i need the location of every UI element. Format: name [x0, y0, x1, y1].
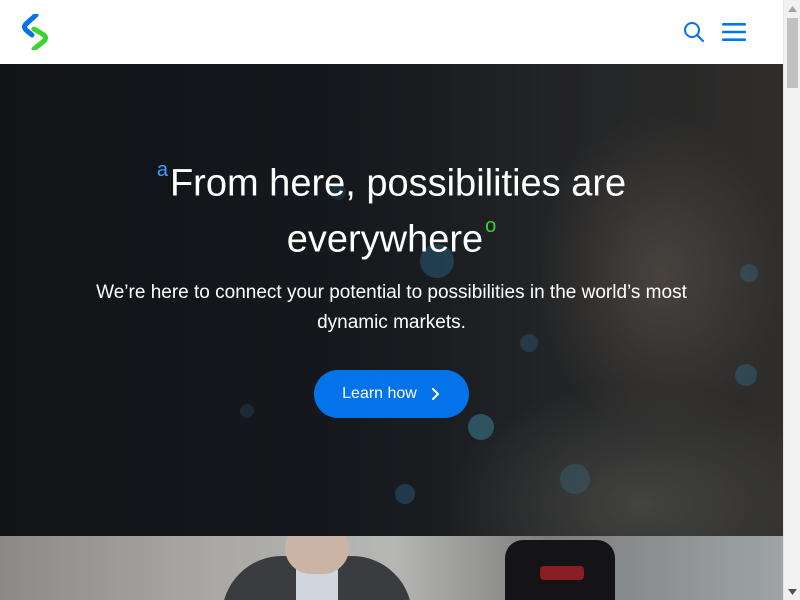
standard-chartered-logo-icon [22, 14, 48, 50]
scroll-up-arrow-icon[interactable] [784, 0, 800, 17]
title-mark-end: o [485, 214, 497, 237]
learn-how-label: Learn how [342, 385, 417, 402]
logo-link[interactable] [22, 14, 48, 50]
scroll-down-arrow-icon[interactable] [784, 583, 800, 600]
next-section-image [0, 536, 783, 600]
menu-button[interactable] [721, 21, 747, 43]
header-actions [683, 21, 747, 43]
learn-how-button[interactable]: Learn how [314, 370, 469, 418]
site-header [0, 0, 783, 64]
search-button[interactable] [683, 21, 705, 43]
hero-subtitle: We’re here to connect your potential to … [96, 282, 687, 333]
search-icon [684, 22, 705, 43]
hero-title-line-1: From here, possibilities are [169, 162, 627, 205]
hero-banner: aFrom here, possibilities are everywhere… [0, 64, 783, 536]
title-mark-start: a [156, 159, 168, 181]
scroll-thumb[interactable] [787, 18, 798, 88]
page-scrollbar[interactable] [783, 0, 800, 600]
hamburger-menu-icon [722, 23, 746, 41]
chevron-right-icon [431, 388, 439, 400]
hero-title-line-2: everywhere [286, 218, 484, 261]
hero-title: aFrom here, possibilities are everywhere… [0, 152, 783, 263]
